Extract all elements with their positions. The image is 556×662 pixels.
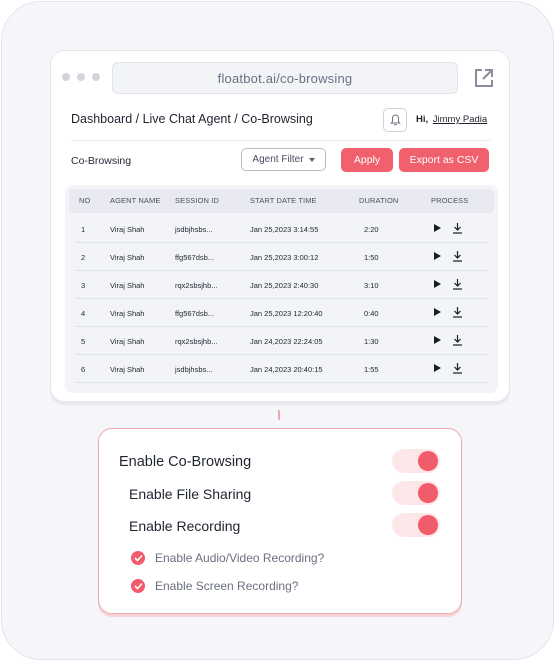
cell-agent-name: Viraj Shah: [110, 253, 145, 262]
export-csv-button[interactable]: Export as CSV: [399, 148, 489, 172]
cell-start-date-time: Jan 25,2023 3:14:55: [250, 225, 319, 234]
browser-window: floatbot.ai/co-browsing Dashboard / Live…: [50, 50, 510, 402]
cell-start-date-time: Jan 25,2023 3:00:12: [250, 253, 319, 262]
cell-duration: 1:30: [364, 337, 379, 346]
table-body: 1 Viraj Shah jsdbjhsbs... Jan 25,2023 3:14:…: [76, 215, 487, 383]
screen-recording-label: Enable Screen Recording?: [155, 579, 299, 593]
audio-video-recording-checkbox[interactable]: [131, 551, 145, 565]
agent-filter-dropdown[interactable]: Agent Filter: [241, 148, 326, 171]
enable-file-sharing-label: Enable File Sharing: [129, 486, 252, 502]
table-row: 6 Viraj Shah jsdbjhsbs... Jan 24,2023 20:40…: [76, 355, 487, 383]
download-icon[interactable]: [452, 362, 463, 374]
page-background: floatbot.ai/co-browsing Dashboard / Live…: [1, 1, 554, 660]
window-dot: [62, 73, 70, 81]
column-header-session-id: SESSION ID: [175, 196, 219, 205]
cell-duration: 2:20: [364, 225, 379, 234]
apply-button[interactable]: Apply: [341, 148, 393, 172]
download-icon[interactable]: [452, 278, 463, 290]
header-divider: [71, 140, 491, 141]
url-bar[interactable]: floatbot.ai/co-browsing: [112, 62, 458, 94]
enable-recording-label: Enable Recording: [129, 518, 241, 534]
column-header-agent-name: AGENT NAME: [110, 196, 161, 205]
play-icon[interactable]: [434, 308, 441, 316]
cell-session-id: jsdbjhsbs...: [175, 365, 213, 374]
cell-start-date-time: Jan 25,2023 2:40:30: [250, 281, 319, 290]
section-title: Co-Browsing: [71, 155, 132, 167]
external-link-icon[interactable]: [474, 68, 494, 88]
table-row: 5 Viraj Shah rqx2sbsjhb... Jan 24,2023 22:2…: [76, 327, 487, 355]
cell-agent-name: Viraj Shah: [110, 365, 145, 374]
play-icon[interactable]: [434, 364, 441, 372]
screen-recording-checkbox[interactable]: [131, 579, 145, 593]
table-header: NO AGENT NAME SESSION ID START DATE TIME…: [69, 189, 494, 213]
breadcrumb: Dashboard / Live Chat Agent / Co-Browsin…: [71, 112, 313, 126]
cobrowsing-settings-card: Enable Co-Browsing Enable File Sharing E…: [98, 428, 462, 614]
toggle-knob: [418, 451, 438, 471]
cell-agent-name: Viraj Shah: [110, 225, 145, 234]
cell-agent-name: Viraj Shah: [110, 281, 145, 290]
column-header-no: NO: [79, 196, 91, 205]
cell-no: 1: [81, 225, 86, 234]
download-icon[interactable]: [452, 334, 463, 346]
cell-no: 2: [81, 253, 86, 262]
audio-video-recording-label: Enable Audio/Video Recording?: [155, 551, 325, 565]
enable-cobrowsing-label: Enable Co-Browsing: [119, 454, 252, 470]
user-greeting: Hi, Jimmy Padia: [416, 114, 487, 125]
enable-recording-toggle[interactable]: [392, 513, 440, 537]
table-row: 3 Viraj Shah rqx2sbsjhb... Jan 25,2023 2:40…: [76, 271, 487, 299]
cell-agent-name: Viraj Shah: [110, 309, 145, 318]
table-row: 1 Viraj Shah jsdbjhsbs... Jan 25,2023 3:14:…: [76, 215, 487, 243]
download-icon[interactable]: [452, 222, 463, 234]
column-header-process: PROCESS: [431, 196, 469, 205]
play-icon[interactable]: [434, 224, 441, 232]
cell-no: 3: [81, 281, 86, 290]
window-dots: [62, 73, 100, 81]
cell-duration: 3:10: [364, 281, 379, 290]
cell-session-id: jsdbjhsbs...: [175, 225, 213, 234]
window-dot: [92, 73, 100, 81]
cell-start-date-time: Jan 25,2023 12:20:40: [250, 309, 323, 318]
download-icon[interactable]: [452, 250, 463, 262]
cell-duration: 0:40: [364, 309, 379, 318]
download-icon[interactable]: [452, 306, 463, 318]
play-icon[interactable]: [434, 280, 441, 288]
cell-session-id: rqx2sbsjhb...: [175, 337, 218, 346]
cell-duration: 1:50: [364, 253, 379, 262]
table-row: 4 Viraj Shah ffg567dsb... Jan 25,2023 12:20…: [76, 299, 487, 327]
cell-session-id: ffg567dsb...: [175, 309, 215, 318]
enable-file-sharing-toggle[interactable]: [392, 481, 440, 505]
cell-start-date-time: Jan 24,2023 22:24:05: [250, 337, 323, 346]
play-icon[interactable]: [434, 336, 441, 344]
cell-start-date-time: Jan 24,2023 20:40:15: [250, 365, 323, 374]
cell-no: 5: [81, 337, 86, 346]
cell-session-id: rqx2sbsjhb...: [175, 281, 218, 290]
enable-cobrowsing-toggle[interactable]: [392, 449, 440, 473]
cell-duration: 1:55: [364, 365, 379, 374]
bell-icon: [389, 114, 401, 126]
url-text: floatbot.ai/co-browsing: [217, 70, 353, 86]
cell-session-id: ffg567dsb...: [175, 253, 215, 262]
window-dot: [77, 73, 85, 81]
play-icon[interactable]: [434, 252, 441, 260]
cell-no: 4: [81, 309, 86, 318]
greeting-text: Hi,: [416, 114, 429, 125]
notification-button[interactable]: [383, 108, 407, 132]
user-name-link[interactable]: Jimmy Padia: [433, 114, 487, 125]
cell-no: 6: [81, 365, 86, 374]
cell-agent-name: Viraj Shah: [110, 337, 145, 346]
toggle-knob: [418, 483, 438, 503]
checkmark-icon: [133, 554, 143, 562]
column-header-duration: DURATION: [359, 196, 399, 205]
table-row: 2 Viraj Shah ffg567dsb... Jan 25,2023 3:00:…: [76, 243, 487, 271]
toggle-knob: [418, 515, 438, 535]
chevron-down-icon: [308, 157, 315, 162]
sessions-table: NO AGENT NAME SESSION ID START DATE TIME…: [65, 185, 498, 393]
connector-line: [278, 410, 280, 420]
column-header-start-date-time: START DATE TIME: [250, 196, 317, 205]
agent-filter-label: Agent Filter: [252, 154, 304, 165]
checkmark-icon: [133, 582, 143, 590]
